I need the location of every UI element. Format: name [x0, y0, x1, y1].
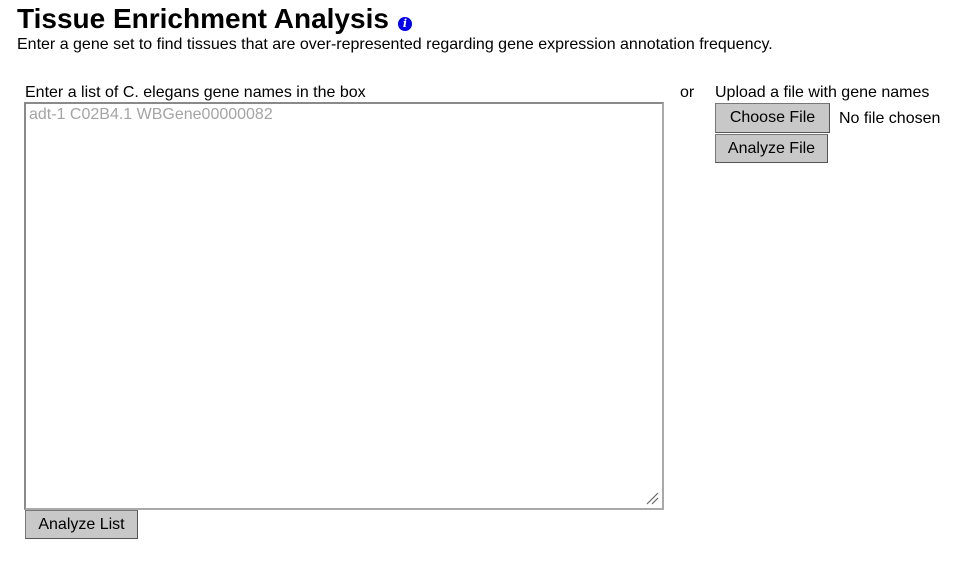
choose-file-button[interactable]: Choose File: [715, 103, 830, 133]
page-title: Tissue Enrichment Analysis: [17, 3, 389, 34]
title-row: Tissue Enrichment Analysis i: [17, 2, 412, 36]
file-status-text: No file chosen: [839, 110, 941, 127]
tissue-enrichment-page: Tissue Enrichment Analysis i Enter a gen…: [0, 0, 980, 570]
upload-file-label: Upload a file with gene names: [715, 84, 930, 101]
gene-list-label: Enter a list of C. elegans gene names in…: [25, 84, 366, 101]
analyze-file-button[interactable]: Analyze File: [715, 134, 828, 163]
gene-list-textarea[interactable]: [24, 102, 664, 510]
info-icon[interactable]: i: [397, 17, 412, 31]
or-separator: or: [680, 84, 695, 101]
page-subtitle: Enter a gene set to find tissues that ar…: [17, 36, 773, 53]
analyze-list-button[interactable]: Analyze List: [25, 510, 138, 539]
